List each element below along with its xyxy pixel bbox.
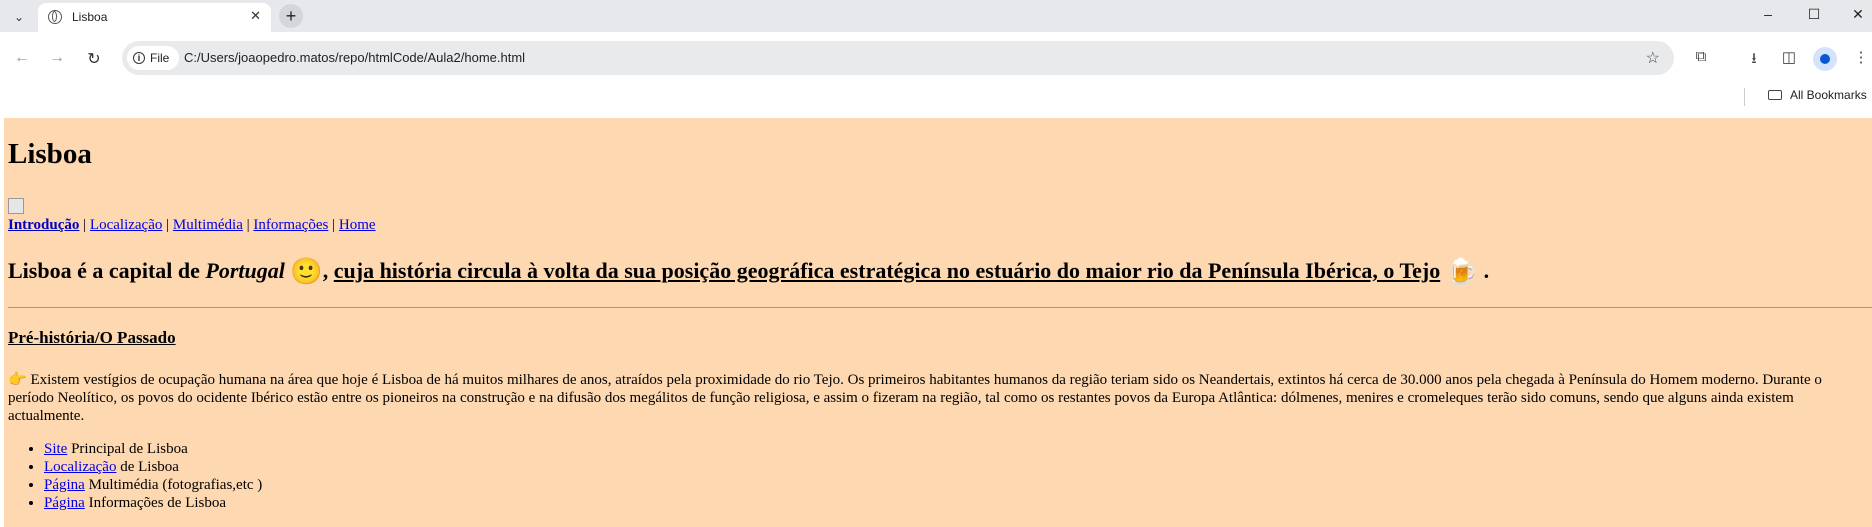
address-bar[interactable]: i File C:/Users/joaopedro.matos/repo/htm… — [122, 41, 1674, 75]
menu-link-introducao[interactable]: Introdução — [8, 217, 79, 233]
list-item: Página Informações de Lisboa — [44, 494, 262, 512]
section-title: Pré-história/O Passado — [8, 328, 176, 347]
menu-link-multimedia[interactable]: Multimédia — [173, 217, 243, 233]
reload-icon[interactable]: ↻ — [84, 49, 104, 69]
new-tab-button[interactable]: + — [279, 4, 303, 28]
beer-emoji-icon: 🍺 — [1445, 257, 1479, 286]
tab-strip: ⌄ Lisboa ✕ + – ☐ ✕ — [0, 0, 1872, 32]
browser-toolbar: ← → ↻ i File C:/Users/joaopedro.matos/re… — [0, 32, 1872, 84]
history-paragraph: 👉 Existem vestígios de ocupação humana n… — [8, 371, 1850, 425]
list-link[interactable]: Localização — [44, 459, 116, 475]
site-info-chip[interactable]: i File — [127, 46, 180, 70]
all-bookmarks-label: All Bookmarks — [1790, 88, 1867, 102]
nav-menu: Introdução | Localização | Multimédia | … — [8, 217, 376, 234]
list-link[interactable]: Página — [44, 477, 85, 493]
list-item: Página Multimédia (fotografias,etc ) — [44, 476, 262, 494]
all-bookmarks-button[interactable]: All Bookmarks — [1768, 88, 1867, 102]
bookmarks-bar: All Bookmarks — [0, 84, 1872, 118]
lead-text: Lisboa é a capital de — [8, 258, 206, 283]
page-content: Lisboa Introdução | Localização | Multim… — [4, 118, 1872, 527]
list-item-text: Multimédia (fotografias,etc ) — [84, 477, 263, 493]
tab-search-icon[interactable]: ⌄ — [8, 6, 30, 28]
menu-separator: | — [79, 217, 90, 233]
globe-icon — [48, 10, 62, 24]
info-icon: i — [133, 52, 145, 64]
menu-separator: | — [242, 217, 254, 233]
list-item-text: Informações de Lisboa — [84, 495, 227, 511]
lead-end: . — [1478, 258, 1490, 283]
links-list: Site Principal de Lisboa Localização de … — [8, 440, 262, 512]
bookmark-star-icon[interactable]: ☆ — [1646, 48, 1660, 68]
list-item-text: de Lisboa — [116, 459, 179, 475]
menu-separator: | — [328, 217, 339, 233]
download-icon[interactable]: ⭳ — [1743, 48, 1765, 73]
url-text[interactable]: C:/Users/joaopedro.matos/repo/htmlCode/A… — [184, 50, 525, 65]
paragraph-text: Existem vestígios de ocupação humana na … — [8, 372, 1822, 424]
lead-heading: Lisboa é a capital de Portugal 🙂, cuja h… — [8, 257, 1490, 286]
forward-icon[interactable]: → — [47, 49, 67, 67]
page-title: Lisboa — [8, 138, 92, 170]
close-window-icon[interactable]: ✕ — [1848, 6, 1868, 23]
side-panel-icon[interactable]: ◫ — [1778, 48, 1800, 66]
menu-link-home[interactable]: Home — [339, 217, 376, 233]
tab-title: Lisboa — [72, 10, 108, 24]
list-item: Localização de Lisboa — [44, 458, 262, 476]
file-label: File — [150, 51, 170, 65]
back-icon[interactable]: ← — [12, 49, 32, 67]
divider — [8, 307, 1872, 308]
bookmarks-divider — [1744, 88, 1745, 106]
menu-separator: | — [162, 217, 173, 233]
smile-emoji-icon: 🙂 — [290, 257, 323, 286]
broken-image-icon — [8, 198, 24, 214]
menu-icon[interactable]: ⋮ — [1850, 48, 1872, 66]
folder-icon — [1768, 90, 1782, 100]
lead-underlined-text: cuja história circula à volta da sua pos… — [333, 258, 1441, 283]
extensions-icon[interactable]: ⧉ — [1690, 48, 1712, 65]
close-tab-icon[interactable]: ✕ — [250, 8, 261, 24]
pointing-hand-icon: 👉 — [8, 372, 27, 388]
minimize-icon[interactable]: – — [1758, 6, 1778, 22]
lead-country: Portugal — [205, 258, 285, 283]
tab-lisboa[interactable]: Lisboa ✕ — [38, 3, 271, 32]
list-item: Site Principal de Lisboa — [44, 440, 262, 458]
list-item-text: Principal de Lisboa — [67, 441, 188, 457]
menu-link-localizacao[interactable]: Localização — [90, 217, 162, 233]
maximize-icon[interactable]: ☐ — [1804, 6, 1824, 23]
list-link[interactable]: Site — [44, 441, 67, 457]
list-link[interactable]: Página — [44, 495, 85, 511]
menu-link-informacoes[interactable]: Informações — [253, 217, 328, 233]
profile-avatar[interactable] — [1813, 47, 1837, 71]
lead-comma: , — [322, 258, 334, 283]
